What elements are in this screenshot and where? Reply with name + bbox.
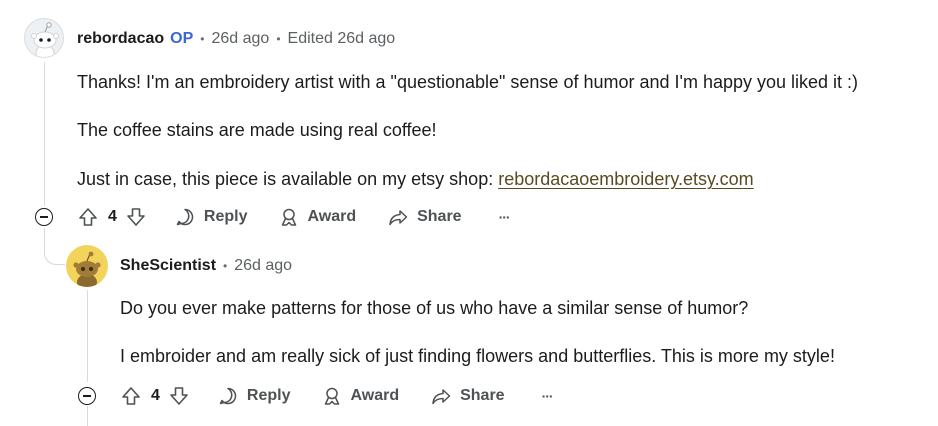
downvote-icon bbox=[127, 208, 145, 226]
separator-dot: • bbox=[276, 32, 281, 46]
award-button[interactable]: Award bbox=[321, 385, 399, 407]
vote-count: 4 bbox=[151, 387, 160, 404]
comment-meta: SheScientist • 26d ago bbox=[120, 257, 292, 275]
username[interactable]: rebordacao bbox=[77, 30, 164, 48]
comment-meta: rebordacao OP • 26d ago • Edited 26d ago bbox=[77, 30, 395, 48]
award-label: Award bbox=[350, 387, 400, 404]
comment-paragraph-with-link: Just in case, this piece is available on… bbox=[77, 167, 754, 191]
link-prefix: Just in case, this piece is available on… bbox=[77, 169, 499, 189]
comment-actions: 4 Reply Award Share ··· bbox=[77, 203, 511, 231]
timestamp[interactable]: 26d ago bbox=[211, 30, 269, 48]
thread-line-3 bbox=[87, 406, 88, 426]
comment-paragraph: Thanks! I'm an embroidery artist with a … bbox=[77, 72, 859, 92]
award-icon bbox=[282, 208, 297, 226]
downvote-icon bbox=[170, 387, 188, 405]
avatar[interactable] bbox=[24, 18, 64, 58]
upvote-button[interactable] bbox=[77, 206, 99, 228]
avatar[interactable] bbox=[66, 245, 108, 287]
more-options-button[interactable]: ··· bbox=[498, 209, 511, 225]
comment-bubble-icon bbox=[219, 387, 237, 405]
share-icon bbox=[432, 389, 451, 405]
downvote-button[interactable] bbox=[168, 385, 190, 407]
reply-button[interactable]: Reply bbox=[217, 385, 291, 407]
upvote-icon bbox=[79, 208, 97, 226]
more-options-icon: ··· bbox=[541, 388, 554, 404]
comment-bubble-icon bbox=[176, 208, 194, 226]
etsy-shop-link[interactable]: rebordacaoembroidery.etsy.com bbox=[498, 169, 753, 189]
separator-dot: • bbox=[200, 32, 205, 46]
comment-paragraph: The coffee stains are made using real co… bbox=[77, 120, 437, 140]
award-label: Award bbox=[307, 208, 357, 225]
thread-line-2 bbox=[87, 290, 88, 382]
reply-label: Reply bbox=[203, 208, 248, 225]
share-label: Share bbox=[460, 387, 505, 404]
comment-actions: 4 Reply Award Share ··· bbox=[120, 382, 554, 410]
share-button[interactable]: Share bbox=[387, 206, 462, 228]
timestamp[interactable]: 26d ago bbox=[234, 257, 292, 275]
comment-paragraph: I embroider and am really sick of just f… bbox=[120, 346, 835, 366]
snoo-avatar-icon bbox=[31, 22, 59, 57]
thread-branch bbox=[44, 228, 65, 265]
comment-paragraph: Do you ever make patterns for those of u… bbox=[120, 298, 749, 318]
upvote-icon bbox=[122, 387, 140, 405]
snoo-avatar-icon bbox=[73, 251, 101, 287]
op-badge: OP bbox=[170, 30, 194, 47]
vote-count: 4 bbox=[108, 208, 117, 225]
award-button[interactable]: Award bbox=[278, 206, 356, 228]
reply-label: Reply bbox=[246, 387, 291, 404]
share-label: Share bbox=[417, 208, 462, 225]
upvote-button[interactable] bbox=[120, 385, 142, 407]
downvote-button[interactable] bbox=[125, 206, 147, 228]
share-button[interactable]: Share bbox=[430, 385, 505, 407]
edited-label: Edited 26d ago bbox=[287, 30, 396, 47]
award-icon bbox=[325, 387, 340, 405]
more-options-icon: ··· bbox=[498, 209, 511, 225]
more-options-button[interactable]: ··· bbox=[541, 388, 554, 404]
share-icon bbox=[389, 210, 408, 226]
collapse-thread-button[interactable] bbox=[35, 208, 53, 226]
thread-line bbox=[44, 62, 45, 206]
username[interactable]: SheScientist bbox=[120, 257, 216, 275]
reply-button[interactable]: Reply bbox=[174, 206, 248, 228]
separator-dot: • bbox=[223, 259, 228, 273]
collapse-thread-button[interactable] bbox=[78, 387, 96, 405]
